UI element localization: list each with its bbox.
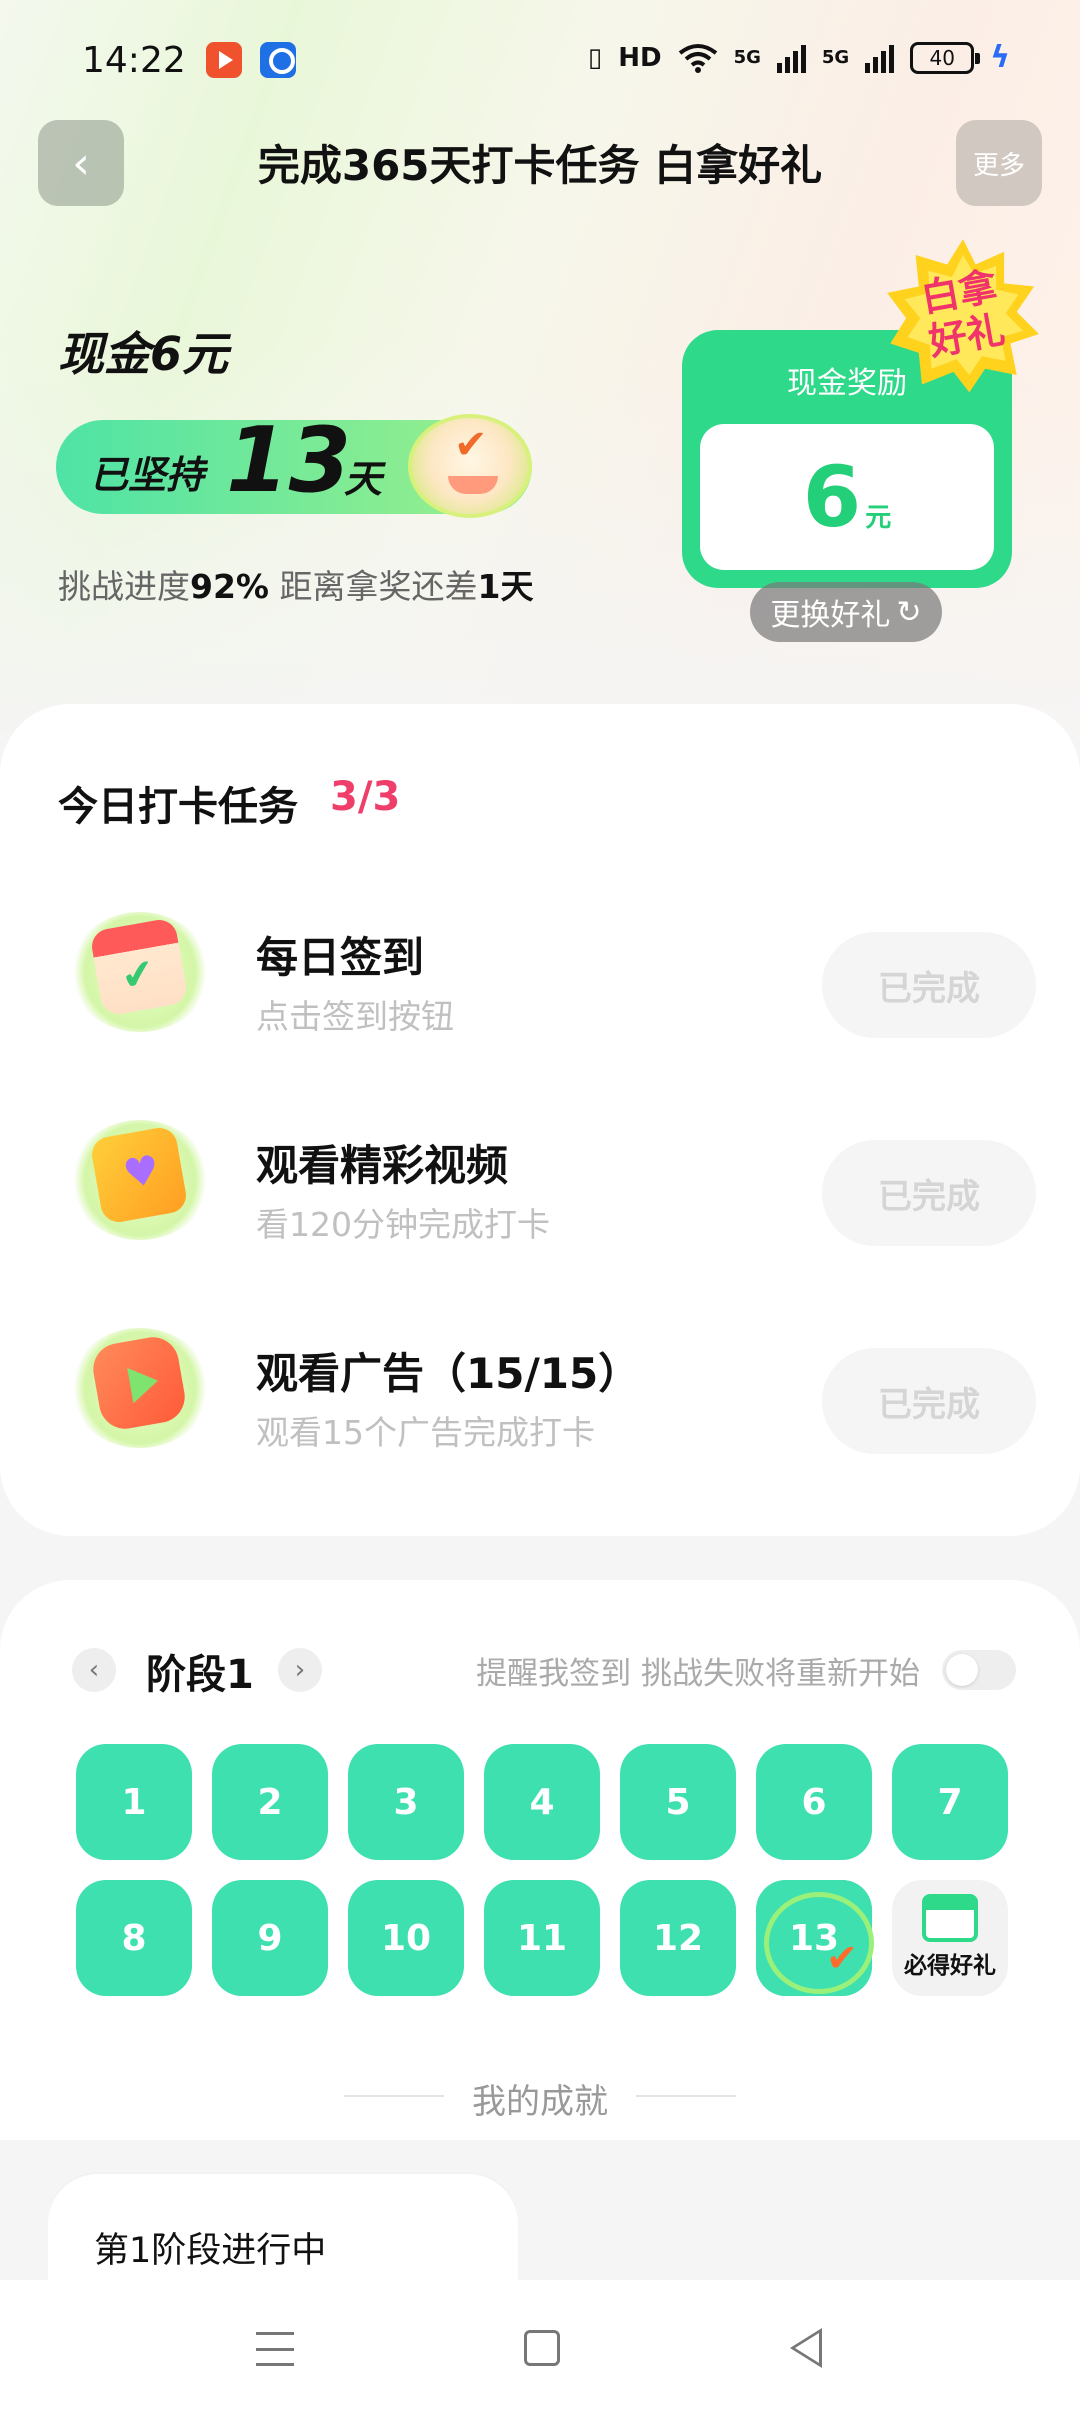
map-app-icon <box>260 42 296 78</box>
day-cell[interactable]: 10 <box>348 1880 464 1996</box>
battery-icon: 40 <box>910 41 981 74</box>
task-done-button[interactable]: 已完成 <box>822 1140 1036 1246</box>
day-cell[interactable]: 3 <box>348 1744 464 1860</box>
reward-unit: 元 <box>865 503 892 533</box>
progress-prefix: 挑战进度 <box>58 567 190 606</box>
more-button[interactable]: 更多 <box>956 120 1042 206</box>
signal-icon <box>776 43 806 73</box>
reward-title: 现金6元 <box>58 327 229 381</box>
day-cell[interactable]: 1 <box>76 1744 192 1860</box>
remaining-days: 1天 <box>477 567 534 606</box>
persist-prefix: 已坚持 <box>90 453 205 497</box>
daily-tasks-card: 今日打卡任务 3/3 每日签到 点击签到按钮 已完成 观看精彩视频 看120分钟… <box>0 704 1080 1536</box>
reward-amount: 6 <box>802 448 862 546</box>
gift-calendar-icon <box>922 1894 978 1942</box>
day-cell[interactable]: 7 <box>892 1744 1008 1860</box>
persist-suffix: 天 <box>344 457 383 501</box>
status-indicators: ▯ HD 5G 5G 40 ϟ <box>588 40 1010 75</box>
day-cell[interactable]: 11 <box>484 1880 600 1996</box>
day-cell[interactable]: 2 <box>212 1744 328 1860</box>
hd-icon: HD <box>618 42 662 73</box>
video-heart-icon <box>70 1120 210 1240</box>
change-gift-label: 更换好礼 <box>770 598 891 633</box>
video-app-icon <box>206 42 242 78</box>
task-title: 观看广告（15/15） <box>256 1349 641 1398</box>
day-cell-today[interactable]: 13 <box>756 1880 874 1996</box>
chevron-right-icon: › <box>294 1655 306 1685</box>
back-icon[interactable] <box>790 2328 822 2368</box>
page-title: 完成365天打卡任务 白拿好礼 <box>257 141 823 190</box>
gift-label: 必得好礼 <box>904 1953 996 1979</box>
chevron-left-icon: ‹ <box>88 1655 100 1685</box>
task-subtitle: 看120分钟完成打卡 <box>256 1205 550 1244</box>
charging-icon: ϟ <box>990 40 1010 75</box>
status-time: 14:22 <box>82 40 186 81</box>
task-subtitle: 观看15个广告完成打卡 <box>256 1413 595 1452</box>
day-cell[interactable]: 8 <box>76 1880 192 1996</box>
tasks-count: 3/3 <box>330 774 401 820</box>
ad-play-icon <box>70 1328 210 1448</box>
stage-prev-button[interactable]: ‹ <box>72 1648 116 1692</box>
task-title: 观看精彩视频 <box>256 1141 509 1190</box>
day-cell[interactable]: 4 <box>484 1744 600 1860</box>
task-item: 每日签到 点击签到按钮 已完成 <box>0 890 1080 1060</box>
status-bar: 14:22 ▯ HD 5G 5G 40 ϟ <box>0 0 1080 120</box>
achievements-title: 我的成就 <box>472 2082 608 2122</box>
network-label-2: 5G <box>821 47 850 68</box>
task-item: 观看广告（15/15） 观看15个广告完成打卡 已完成 <box>0 1306 1080 1476</box>
task-done-button[interactable]: 已完成 <box>822 1348 1036 1454</box>
wifi-icon <box>678 43 717 73</box>
gift-cell[interactable]: 必得好礼 <box>892 1880 1008 1996</box>
stage-status-text: 第1阶段进行中 <box>94 2231 327 2271</box>
stage-next-button[interactable]: › <box>278 1648 322 1692</box>
day-cell[interactable]: 9 <box>212 1880 328 1996</box>
task-done-button[interactable]: 已完成 <box>822 932 1036 1038</box>
progress-value: 92% <box>190 567 269 606</box>
change-gift-button[interactable]: 更换好礼 ↻ <box>750 582 942 642</box>
stage-title: 阶段1 <box>146 1652 254 1698</box>
home-icon[interactable] <box>524 2330 560 2366</box>
vibrate-icon: ▯ <box>587 42 603 73</box>
persist-days-count: 13 <box>226 408 352 513</box>
task-item: 观看精彩视频 看120分钟完成打卡 已完成 <box>0 1098 1080 1268</box>
remind-text: 提醒我签到 挑战失败将重新开始 <box>476 1656 920 1692</box>
system-nav-bar <box>0 2280 1080 2412</box>
menu-icon[interactable] <box>256 2332 294 2366</box>
remind-toggle[interactable] <box>942 1650 1016 1690</box>
day-cell[interactable]: 6 <box>756 1744 872 1860</box>
day-cell[interactable]: 12 <box>620 1880 736 1996</box>
reward-amount-box: 6元 <box>700 424 994 570</box>
tasks-heading: 今日打卡任务 <box>58 784 298 830</box>
day-cell[interactable]: 5 <box>620 1744 736 1860</box>
challenge-progress: 挑战进度92% 距离拿奖还差1天 <box>58 560 533 608</box>
divider-line <box>636 2095 736 2097</box>
network-label-1: 5G <box>733 47 761 68</box>
calendar-check-icon <box>70 912 210 1032</box>
refresh-icon: ↻ <box>896 594 922 630</box>
task-title: 每日签到 <box>256 933 425 982</box>
mascot-icon <box>408 414 532 518</box>
task-subtitle: 点击签到按钮 <box>256 997 454 1036</box>
signal-icon-2 <box>865 43 895 73</box>
progress-mid: 距离拿奖还差 <box>269 567 478 606</box>
